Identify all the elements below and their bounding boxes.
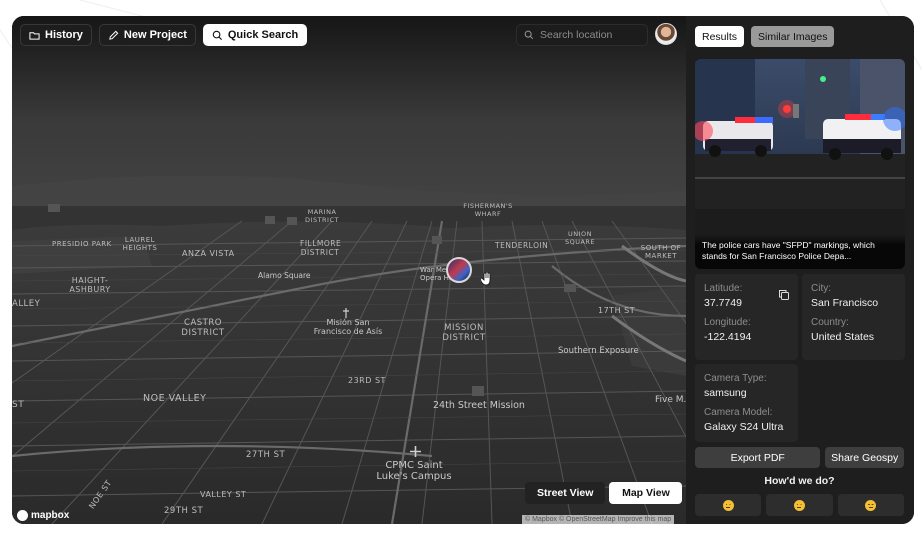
emoji-neutral-icon xyxy=(793,499,805,511)
pencil-icon xyxy=(109,30,119,40)
map-label-cpmc: CPMC Saint Luke's Campus xyxy=(376,460,452,482)
map-label-17th-st: 17TH ST xyxy=(598,306,636,315)
panel-tabs: Results Similar Images xyxy=(695,26,904,47)
search-icon xyxy=(212,30,222,40)
search-icon xyxy=(524,30,534,40)
result-photo[interactable]: The police cars have "SFPD" markings, wh… xyxy=(695,59,905,269)
share-geospy-button[interactable]: Share Geospy xyxy=(825,447,904,468)
map-label-valley-st: VALLEY ST xyxy=(200,490,247,499)
coordinates-card: Latitude: 37.7749 Longitude: -122.4194 xyxy=(695,274,798,360)
new-project-button-label: New Project xyxy=(123,29,187,41)
map-label-st-left: ST xyxy=(12,400,25,410)
action-buttons: Export PDF Share Geospy xyxy=(695,447,904,468)
mapbox-logo-icon xyxy=(17,510,28,521)
map-attribution[interactable]: © Mapbox © OpenStreetMap Improve this ma… xyxy=(522,515,675,524)
map-label-marina-district: MARINA DISTRICT xyxy=(305,208,339,224)
map-label-24th-street-mission: 24th Street Mission xyxy=(433,400,525,411)
map-label-south-of-market: SOUTH OF MARKET xyxy=(640,244,682,260)
map-label-castro-district: CASTRO DISTRICT xyxy=(181,318,225,338)
folder-icon xyxy=(29,31,40,40)
city-label: City: xyxy=(811,283,831,294)
camera-card: Camera Type: samsung Camera Model: Galax… xyxy=(695,364,798,442)
export-pdf-button[interactable]: Export PDF xyxy=(695,447,821,468)
feedback-happy-button[interactable] xyxy=(837,494,904,516)
new-project-button[interactable]: New Project xyxy=(98,24,196,46)
map-label-29th-st: 29TH ST xyxy=(164,506,204,516)
map-label-fishermans-wharf: FISHERMAN'S WHARF xyxy=(463,202,513,218)
map-label-mission-district: MISSION DISTRICT xyxy=(442,323,486,343)
copy-icon[interactable] xyxy=(778,289,790,301)
map-label-haight-ashbury: HAIGHT-ASHBURY xyxy=(69,276,111,294)
feedback-question: How'd we do? xyxy=(764,475,835,487)
map-label-noe-valley: NOE VALLEY xyxy=(143,393,207,404)
map-label-fillmore-district: FILLMORE DISTRICT xyxy=(300,239,342,257)
longitude-value: -122.4194 xyxy=(704,331,752,343)
emoji-happy-icon xyxy=(865,499,877,511)
map-label-five-m: Five M... xyxy=(655,395,686,405)
tab-similar-images[interactable]: Similar Images xyxy=(751,26,835,47)
info-cards: Latitude: 37.7749 Longitude: -122.4194 C… xyxy=(695,274,905,442)
latitude-value: 37.7749 xyxy=(704,297,742,309)
map-label-mision-san-francisco: Misión San Francisco de Asís xyxy=(313,318,383,336)
hand-cursor-icon xyxy=(480,271,493,286)
results-panel: Results Similar Images The police cars h… xyxy=(686,16,914,524)
country-label: Country: xyxy=(811,317,849,328)
map-label-laurel-heights: LAUREL HEIGHTS xyxy=(122,236,158,252)
camera-model-label: Camera Model: xyxy=(704,407,773,418)
church-marker-icon xyxy=(342,305,350,318)
tab-results[interactable]: Results xyxy=(695,26,745,47)
map-label-anza-vista: ANZA VISTA xyxy=(182,249,235,258)
mapbox-logo[interactable]: mapbox xyxy=(17,510,69,521)
location-search[interactable] xyxy=(516,24,648,46)
quick-search-button-label: Quick Search xyxy=(227,29,299,41)
location-search-input[interactable] xyxy=(540,29,640,41)
map-label-presidio-park: PRESIDIO PARK xyxy=(52,240,112,248)
photo-caption: The police cars have "SFPD" markings, wh… xyxy=(695,233,905,269)
plus-icon xyxy=(410,444,421,457)
map-label-alamo-square: Alamo Square xyxy=(258,271,311,280)
camera-type-label: Camera Type: xyxy=(704,373,767,384)
feedback-sad-button[interactable] xyxy=(695,494,762,516)
avatar[interactable] xyxy=(655,23,677,45)
mapbox-logo-text: mapbox xyxy=(31,510,70,521)
location-marker[interactable] xyxy=(446,257,472,283)
view-toggle: Street View Map View xyxy=(525,482,683,504)
latitude-label: Latitude: xyxy=(704,283,743,294)
map-view[interactable]: FISHERMAN'S WHARF MARINA DISTRICT PRESID… xyxy=(12,16,686,524)
emoji-sad-icon xyxy=(722,499,734,511)
feedback-neutral-button[interactable] xyxy=(766,494,833,516)
history-button-label: History xyxy=(45,29,83,41)
map-label-southern-exposure: Southern Exposure xyxy=(558,346,639,356)
map-label-23rd-st: 23RD ST xyxy=(348,376,386,385)
camera-type-value: samsung xyxy=(704,387,747,399)
map-canvas[interactable] xyxy=(12,16,686,524)
app-window: FISHERMAN'S WHARF MARINA DISTRICT PRESID… xyxy=(12,16,914,524)
history-button[interactable]: History xyxy=(20,24,92,46)
street-view-button[interactable]: Street View xyxy=(525,482,606,504)
location-card: City: San Francisco Country: United Stat… xyxy=(802,274,905,360)
map-view-button[interactable]: Map View xyxy=(609,482,683,504)
longitude-label: Longitude: xyxy=(704,317,751,328)
map-label-union-square: UNION SQUARE xyxy=(564,230,596,246)
toolbar: History New Project Quick Search xyxy=(20,24,308,46)
country-value: United States xyxy=(811,331,875,343)
map-label-27th-st: 27TH ST xyxy=(246,450,286,460)
feedback-emojis xyxy=(695,494,904,516)
camera-model-value: Galaxy S24 Ultra xyxy=(704,421,784,433)
city-value: San Francisco xyxy=(811,297,879,309)
map-label-alley: ALLEY xyxy=(12,299,41,309)
map-label-tenderloin: TENDERLOIN xyxy=(495,241,549,250)
quick-search-button[interactable]: Quick Search xyxy=(202,24,308,46)
